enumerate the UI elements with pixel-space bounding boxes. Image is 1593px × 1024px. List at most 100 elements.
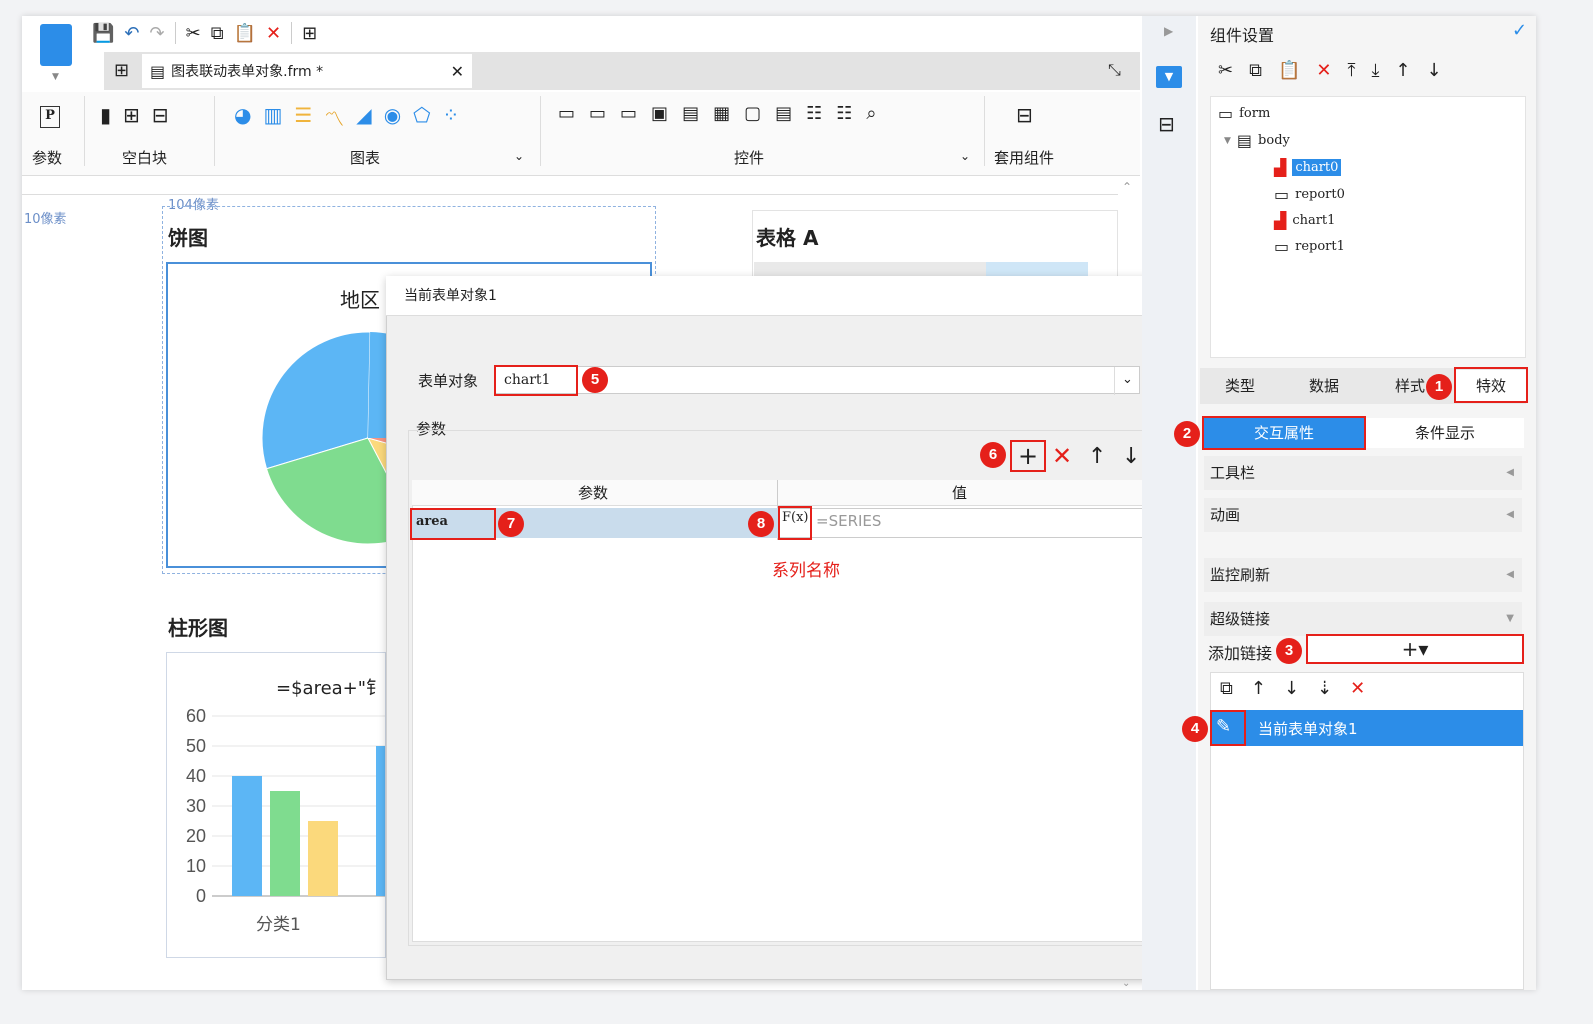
grid-layout-icon[interactable]: ⊟ bbox=[152, 103, 169, 127]
grid-icon[interactable]: ⊞ bbox=[114, 60, 129, 81]
scatter-chart-icon[interactable]: ⁘ bbox=[443, 103, 460, 132]
series-name-annotation: 系列名称 bbox=[772, 561, 840, 581]
checkbox-widget-icon[interactable]: ☷ bbox=[836, 103, 852, 124]
template-icon[interactable]: ⊞ bbox=[302, 23, 317, 44]
undo-icon[interactable]: ↶ bbox=[124, 23, 139, 44]
pie-chart-icon[interactable]: ◕ bbox=[234, 103, 251, 132]
tree-item-body[interactable]: ▼ ▤ body bbox=[1224, 131, 1290, 150]
combo-widget-icon[interactable]: ▣ bbox=[651, 103, 668, 124]
line-chart-icon[interactable]: 〽 bbox=[324, 103, 344, 132]
tab-layout-icon[interactable]: ⊞ bbox=[123, 103, 140, 127]
subtab-condition[interactable]: 条件显示 bbox=[1366, 418, 1524, 448]
body-icon: ▤ bbox=[1236, 131, 1253, 150]
number-widget-icon[interactable]: ▤ bbox=[682, 103, 699, 124]
collapse-icon[interactable]: ▼ bbox=[1506, 602, 1514, 636]
tree-item-report0[interactable]: ▭ report0 bbox=[1274, 185, 1345, 204]
edit-icon[interactable]: ✓ bbox=[1512, 20, 1527, 41]
tree-item-chart0[interactable]: ▟ chart0 bbox=[1274, 158, 1342, 177]
delete-param-icon[interactable]: ✕ bbox=[1052, 442, 1072, 470]
report-icon: ▭ bbox=[1274, 237, 1290, 256]
dialog-title: 当前表单对象1 bbox=[386, 276, 1174, 316]
move-down-icon[interactable]: ↓ bbox=[1122, 444, 1140, 469]
tree-item-form[interactable]: ▭ form bbox=[1218, 104, 1270, 123]
button-widget-icon[interactable]: ▭ bbox=[558, 103, 575, 124]
delete-icon[interactable]: ✕ bbox=[1316, 60, 1331, 81]
move-up-icon[interactable]: ↑ bbox=[1395, 60, 1410, 81]
copy-icon[interactable]: ⧉ bbox=[1220, 678, 1233, 699]
collapse-arrow-icon[interactable]: ▶ bbox=[1164, 24, 1173, 38]
query-widget-icon[interactable]: ⌕ bbox=[866, 103, 876, 124]
move-bottom-icon[interactable]: ⤓ bbox=[1371, 60, 1379, 81]
formula-button[interactable]: F(x) bbox=[782, 510, 809, 525]
date-widget-icon[interactable]: ▦ bbox=[713, 103, 730, 124]
move-down-icon[interactable]: ↓ bbox=[1427, 60, 1442, 81]
step-badge-2: 2 bbox=[1174, 421, 1200, 447]
chevron-down-icon[interactable]: ⌄ bbox=[960, 149, 970, 163]
collapse-icon[interactable]: ▼ bbox=[1224, 136, 1231, 146]
redo-icon[interactable]: ↷ bbox=[150, 23, 165, 44]
expand-icon[interactable]: ◀ bbox=[1506, 558, 1514, 592]
numeric-widget-icon[interactable]: ▢ bbox=[744, 103, 761, 124]
expand-icon[interactable]: ◀ bbox=[1506, 456, 1514, 490]
component-template-icon[interactable]: ⊟ bbox=[1016, 103, 1033, 127]
section-label: 监控刷新 bbox=[1210, 566, 1271, 584]
copy-icon[interactable]: ⧉ bbox=[211, 23, 224, 44]
cut-icon[interactable]: ✂ bbox=[186, 23, 201, 44]
move-up-icon[interactable]: ↑ bbox=[1088, 444, 1106, 469]
text-widget-icon[interactable]: ▭ bbox=[620, 103, 637, 124]
bar-chart-icon[interactable]: ▥ bbox=[263, 103, 282, 132]
hbar-chart-icon[interactable]: ☰ bbox=[294, 103, 312, 132]
bar-2 bbox=[308, 821, 338, 896]
designer-logo-icon[interactable] bbox=[40, 24, 72, 66]
paste-icon[interactable]: 📋 bbox=[1278, 60, 1300, 81]
file-tab[interactable]: ▤ 图表联动表单对象.frm * ✕ bbox=[142, 54, 472, 88]
sort-icon[interactable]: ⇣ bbox=[1317, 678, 1332, 699]
widget-panel-icon[interactable]: ▼ bbox=[1156, 66, 1182, 88]
section-hyperlink[interactable]: 超级链接 ▼ bbox=[1204, 602, 1522, 636]
move-up-icon[interactable]: ↑ bbox=[1251, 678, 1266, 699]
expand-icon[interactable]: ⤡ bbox=[1108, 60, 1121, 80]
dialog-bottom-scroll[interactable]: ⌄ bbox=[1122, 978, 1130, 989]
textarea-widget-icon[interactable]: ▤ bbox=[775, 103, 792, 124]
table-header-selected bbox=[986, 262, 1088, 276]
chart-icons: ◕ ▥ ☰ 〽 ◢ ◉ ⬠ ⁘ bbox=[234, 103, 459, 132]
add-param-icon[interactable]: + bbox=[1018, 442, 1038, 470]
section-toolbar[interactable]: 工具栏 ◀ bbox=[1204, 456, 1522, 490]
layout-panel-icon[interactable]: ⊟ bbox=[1158, 112, 1175, 136]
link-toolbar: ⧉ ↑ ↓ ⇣ ✕ bbox=[1220, 678, 1365, 699]
paste-icon[interactable]: 📋 bbox=[234, 23, 256, 44]
cut-icon[interactable]: ✂ bbox=[1218, 60, 1233, 81]
bar-category-label: 分类1 bbox=[256, 915, 301, 935]
scrollbar-up-icon[interactable]: ⌃ bbox=[1122, 180, 1132, 194]
tab-type[interactable]: 类型 bbox=[1210, 370, 1270, 402]
chevron-down-icon[interactable]: ⌄ bbox=[514, 149, 524, 163]
chevron-down-icon[interactable]: ▼ bbox=[52, 72, 59, 82]
close-tab-icon[interactable]: ✕ bbox=[451, 62, 464, 81]
parameter-icon[interactable]: P bbox=[40, 106, 60, 128]
copy-icon[interactable]: ⧉ bbox=[1249, 60, 1262, 81]
step-badge-7: 7 bbox=[498, 511, 524, 537]
move-top-icon[interactable]: ⤒ bbox=[1347, 60, 1355, 81]
absolute-layout-icon[interactable]: ▮ bbox=[100, 103, 111, 127]
gauge-chart-icon[interactable]: ◉ bbox=[384, 103, 401, 132]
highlight-form-object bbox=[494, 365, 578, 396]
chevron-down-icon[interactable]: ⌄ bbox=[1114, 367, 1140, 395]
delete-icon[interactable]: ✕ bbox=[266, 23, 281, 44]
tree-item-chart1[interactable]: ▟ chart1 bbox=[1274, 211, 1335, 230]
section-animation[interactable]: 动画 ◀ bbox=[1204, 498, 1522, 532]
section-refresh[interactable]: 监控刷新 ◀ bbox=[1204, 558, 1522, 592]
params-table bbox=[412, 480, 1146, 942]
tree-item-report1[interactable]: ▭ report1 bbox=[1274, 237, 1345, 256]
label-widget-icon[interactable]: ▭ bbox=[589, 103, 606, 124]
move-down-icon[interactable]: ↓ bbox=[1284, 678, 1299, 699]
expand-icon[interactable]: ◀ bbox=[1506, 498, 1514, 532]
radar-chart-icon[interactable]: ⬠ bbox=[413, 103, 430, 132]
delete-icon[interactable]: ✕ bbox=[1350, 678, 1365, 699]
bar-0 bbox=[232, 776, 262, 896]
radio-widget-icon[interactable]: ☷ bbox=[806, 103, 822, 124]
area-chart-icon[interactable]: ◢ bbox=[356, 103, 371, 132]
save-icon[interactable]: 💾 bbox=[92, 23, 114, 44]
tab-data[interactable]: 数据 bbox=[1294, 370, 1354, 402]
link-item-label: 当前表单对象1 bbox=[1258, 720, 1358, 738]
blank-block-icons: ▮ ⊞ ⊟ bbox=[100, 103, 169, 127]
